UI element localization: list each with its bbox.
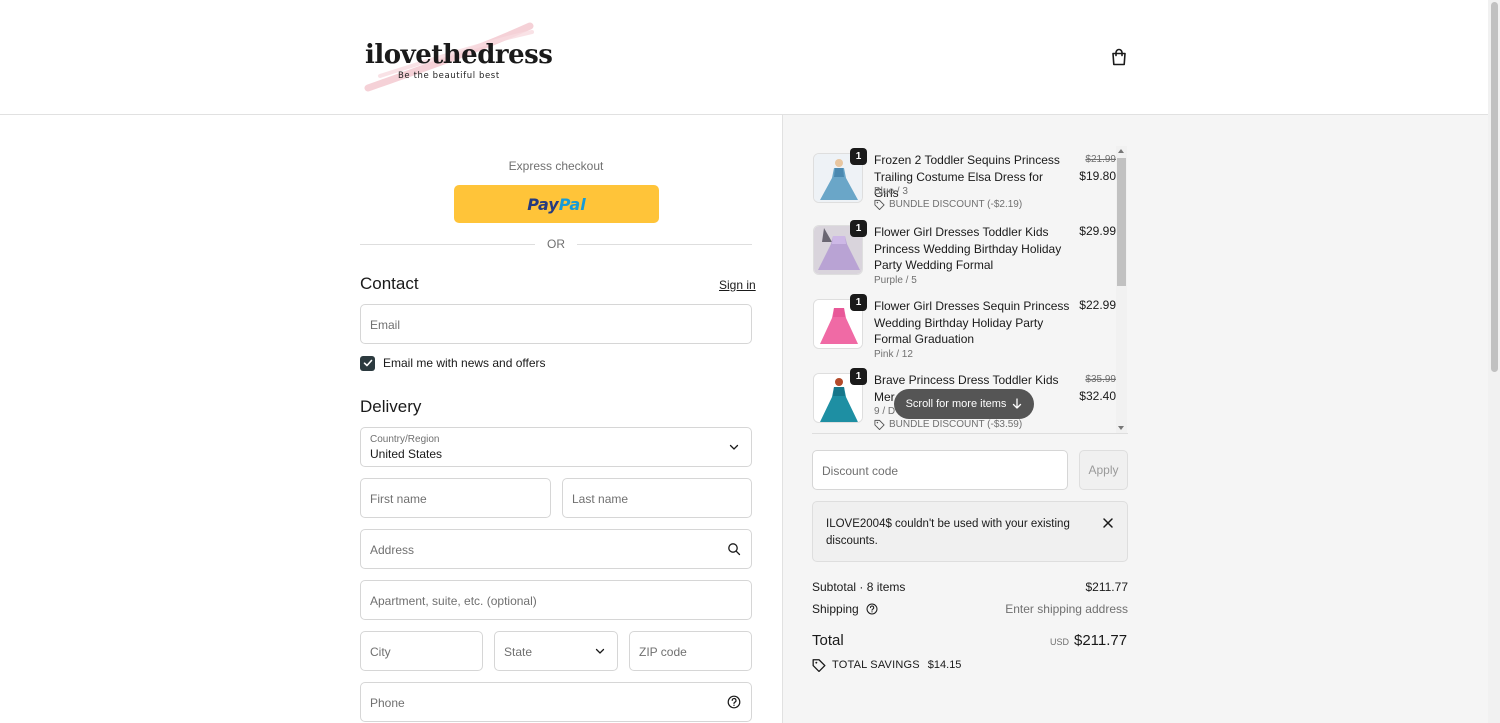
quantity-badge: 1 bbox=[850, 368, 867, 385]
chevron-down-icon bbox=[595, 648, 605, 654]
address-placeholder: Address bbox=[370, 543, 415, 557]
product-variant: 9 / D bbox=[874, 406, 896, 417]
city-field[interactable]: City bbox=[360, 631, 483, 671]
product-variant: Blue / 3 bbox=[874, 186, 908, 197]
site-header: ilovethedress Be the beautiful best bbox=[0, 0, 1488, 115]
total-savings: TOTAL SAVINGS $14.15 bbox=[812, 658, 961, 672]
address-field[interactable]: Address bbox=[360, 529, 752, 569]
contact-heading: Contact bbox=[360, 274, 419, 293]
state-placeholder: State bbox=[504, 645, 533, 659]
discount-error-notice: ILOVE2004$ couldn't be used with your ex… bbox=[812, 501, 1128, 562]
total-currency: USD bbox=[1050, 637, 1070, 647]
apartment-placeholder: Apartment, suite, etc. (optional) bbox=[370, 594, 537, 608]
product-price: $29.99 bbox=[1079, 224, 1116, 238]
order-items-scrollbar[interactable] bbox=[1116, 146, 1127, 433]
notice-message: ILOVE2004$ couldn't be used with your ex… bbox=[826, 518, 1070, 547]
list-item: 1 Flower Girl Dresses Sequin Princess We… bbox=[812, 294, 1118, 366]
email-placeholder: Email bbox=[370, 318, 401, 332]
help-circle-icon[interactable] bbox=[866, 603, 878, 615]
scroll-up-arrow-icon[interactable] bbox=[1118, 149, 1124, 153]
scroll-hint-label: Scroll for more items bbox=[905, 398, 1007, 410]
newsletter-option[interactable]: Email me with news and offers bbox=[360, 355, 546, 371]
scroll-down-arrow-icon[interactable] bbox=[1118, 426, 1124, 430]
or-divider: OR bbox=[360, 237, 752, 251]
search-icon bbox=[728, 543, 741, 556]
list-item: 1 Flower Girl Dresses Toddler Kids Princ… bbox=[812, 220, 1118, 292]
checkout-page: ilovethedress Be the beautiful best Expr… bbox=[0, 0, 1500, 723]
divider-line-right bbox=[577, 244, 752, 245]
quantity-badge: 1 bbox=[850, 148, 867, 165]
apply-discount-button[interactable]: Apply bbox=[1079, 450, 1128, 490]
delivery-heading: Delivery bbox=[360, 397, 422, 416]
paypal-logo-pay: Pay bbox=[527, 194, 559, 214]
phone-field[interactable]: Phone bbox=[360, 682, 752, 722]
brand-logo[interactable]: ilovethedress Be the beautiful best bbox=[360, 18, 553, 96]
checkmark-icon bbox=[363, 359, 372, 367]
first-name-field[interactable]: First name bbox=[360, 478, 551, 518]
shopping-bag-icon[interactable] bbox=[1109, 47, 1129, 67]
discount-label: BUNDLE DISCOUNT (-$2.19) bbox=[889, 199, 1023, 210]
email-field[interactable]: Email bbox=[360, 304, 752, 344]
product-discount: BUNDLE DISCOUNT (-$2.19) bbox=[874, 199, 1022, 210]
total-value: $211.77 bbox=[1074, 632, 1128, 649]
shipping-label-row: Shipping bbox=[812, 602, 878, 616]
zip-placeholder: ZIP code bbox=[639, 645, 687, 659]
newsletter-label: Email me with news and offers bbox=[383, 356, 546, 370]
help-circle-icon[interactable] bbox=[727, 695, 741, 709]
discount-label: BUNDLE DISCOUNT (-$3.59) bbox=[889, 419, 1023, 430]
savings-label: TOTAL SAVINGS bbox=[832, 659, 920, 671]
product-discount: BUNDLE DISCOUNT (-$3.59) bbox=[874, 419, 1022, 430]
original-price: $35.99 bbox=[1085, 374, 1116, 385]
page-scrollbar-thumb[interactable] bbox=[1491, 2, 1498, 372]
arrow-down-icon bbox=[1013, 398, 1022, 409]
product-title-line2: Mer bbox=[874, 389, 895, 404]
apartment-field[interactable]: Apartment, suite, etc. (optional) bbox=[360, 580, 752, 620]
quantity-badge: 1 bbox=[850, 294, 867, 311]
tag-icon bbox=[874, 199, 885, 210]
product-price: $22.99 bbox=[1079, 298, 1116, 312]
original-price: $21.99 bbox=[1085, 154, 1116, 165]
first-name-placeholder: First name bbox=[370, 492, 427, 506]
country-select[interactable]: Country/Region United States bbox=[360, 427, 752, 467]
country-value: United States bbox=[370, 447, 443, 461]
page-scrollbar[interactable] bbox=[1488, 0, 1500, 723]
product-price: $32.40 bbox=[1079, 389, 1116, 403]
total-label: Total bbox=[812, 632, 844, 649]
list-item: 1 Frozen 2 Toddler Sequins Princess Trai… bbox=[812, 148, 1118, 218]
product-variant: Purple / 5 bbox=[874, 275, 917, 286]
savings-value: $14.15 bbox=[927, 659, 962, 671]
shipping-label: Shipping bbox=[812, 602, 859, 616]
quantity-badge: 1 bbox=[850, 220, 867, 237]
tag-icon bbox=[874, 419, 885, 430]
discount-code-placeholder: Discount code bbox=[822, 464, 899, 478]
last-name-field[interactable]: Last name bbox=[562, 478, 752, 518]
scroll-for-more-button[interactable]: Scroll for more items bbox=[894, 389, 1034, 419]
brand-name: ilovethedress bbox=[365, 40, 553, 70]
close-icon[interactable] bbox=[1101, 516, 1115, 530]
country-label: Country/Region bbox=[370, 434, 440, 445]
product-variant: Pink / 12 bbox=[874, 349, 913, 360]
newsletter-checkbox[interactable] bbox=[360, 355, 375, 371]
paypal-logo-pal: Pal bbox=[558, 194, 586, 214]
paypal-button[interactable]: Pay Pal bbox=[454, 185, 659, 223]
phone-placeholder: Phone bbox=[370, 696, 405, 710]
product-price: $19.80 bbox=[1079, 169, 1116, 183]
state-select[interactable]: State bbox=[494, 631, 618, 671]
product-title: Flower Girl Dresses Sequin Princess Wedd… bbox=[874, 299, 1070, 346]
last-name-placeholder: Last name bbox=[572, 492, 629, 506]
product-title-line1: Brave Princess Dress Toddler Kids bbox=[874, 373, 1059, 387]
scrollbar-thumb[interactable] bbox=[1117, 158, 1126, 286]
shipping-value: Enter shipping address bbox=[1005, 602, 1128, 616]
zip-field[interactable]: ZIP code bbox=[629, 631, 752, 671]
discount-code-field[interactable]: Discount code bbox=[812, 450, 1068, 490]
sign-in-link[interactable]: Sign in bbox=[719, 278, 756, 292]
brand-tagline: Be the beautiful best bbox=[398, 71, 500, 81]
city-placeholder: City bbox=[370, 645, 391, 659]
subtotal-value: $211.77 bbox=[1085, 580, 1129, 594]
product-title: Flower Girl Dresses Toddler Kids Princes… bbox=[874, 225, 1062, 272]
express-checkout-label: Express checkout bbox=[508, 159, 604, 173]
tag-icon bbox=[812, 659, 826, 672]
chevron-down-icon bbox=[729, 444, 739, 450]
subtotal-label: Subtotal · 8 items bbox=[812, 580, 906, 594]
